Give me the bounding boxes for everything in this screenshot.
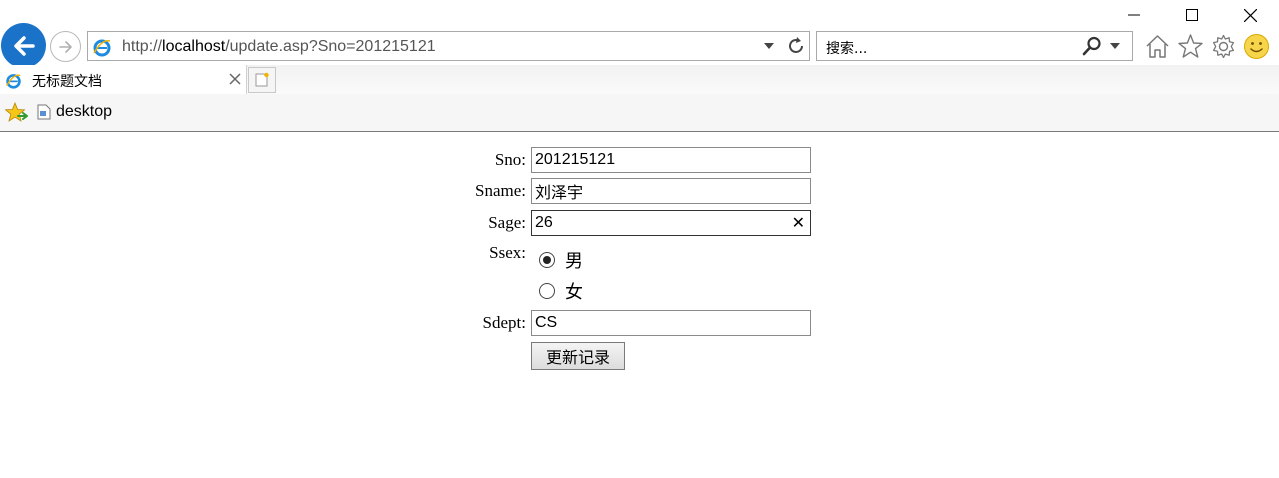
- address-url: http://localhost/update.asp?Sno=20121512…: [122, 38, 436, 55]
- sname-label: Sname:: [475, 181, 526, 200]
- star-icon: [1178, 34, 1203, 58]
- sdept-value: CS: [535, 314, 558, 331]
- radio-button-male[interactable]: [539, 252, 555, 268]
- minimize-icon: [1128, 14, 1140, 16]
- radio-option-male[interactable]: 男: [539, 247, 583, 273]
- radio-label-female: 女: [565, 282, 583, 303]
- navigation-bar: http://localhost/update.asp?Sno=20121512…: [0, 22, 1279, 70]
- ie-logo-icon: [93, 39, 111, 57]
- ie-logo-icon: [6, 74, 21, 89]
- sno-value: 201215121: [535, 151, 616, 168]
- close-icon: [1243, 8, 1257, 22]
- smiley-icon: [1244, 34, 1269, 59]
- radio-label-male: 男: [565, 251, 583, 272]
- sdept-label: Sdept:: [482, 313, 526, 332]
- clear-input-icon[interactable]: ✕: [792, 213, 805, 233]
- search-icon[interactable]: [1082, 36, 1102, 56]
- tab-current[interactable]: 无标题文档: [0, 65, 247, 94]
- sname-value: 刘泽宇: [535, 185, 584, 202]
- refresh-icon[interactable]: [785, 35, 807, 57]
- sdept-input[interactable]: CS: [531, 310, 811, 336]
- sage-value: 26: [535, 214, 553, 231]
- search-dropdown-icon[interactable]: [1110, 43, 1120, 49]
- gear-icon: [1212, 34, 1235, 59]
- arrow-right-icon: [58, 40, 72, 53]
- close-tab-icon[interactable]: [229, 73, 241, 85]
- search-box[interactable]: 搜索...: [816, 31, 1133, 61]
- new-tab-icon: [255, 72, 269, 87]
- update-record-button[interactable]: 更新记录: [531, 342, 625, 370]
- back-button[interactable]: [1, 23, 46, 68]
- sage-label: Sage:: [488, 213, 526, 232]
- radio-button-female[interactable]: [539, 283, 555, 299]
- sage-input[interactable]: 26 ✕: [531, 210, 811, 236]
- maximize-icon: [1186, 9, 1198, 21]
- new-tab-button[interactable]: [248, 67, 276, 93]
- tab-strip: 无标题文档: [0, 65, 1279, 94]
- favorites-button[interactable]: [1177, 33, 1204, 60]
- settings-button[interactable]: [1210, 33, 1237, 60]
- home-button[interactable]: [1144, 33, 1171, 60]
- radio-option-female[interactable]: 女: [539, 278, 583, 304]
- favorite-link-desktop[interactable]: desktop: [37, 103, 112, 121]
- page-icon: [37, 104, 51, 120]
- address-bar[interactable]: http://localhost/update.asp?Sno=20121512…: [87, 31, 810, 61]
- favorite-link-label: desktop: [56, 103, 113, 120]
- home-icon: [1146, 35, 1169, 58]
- search-placeholder: 搜索...: [826, 41, 868, 57]
- sname-input[interactable]: 刘泽宇: [531, 178, 811, 204]
- feedback-button[interactable]: [1243, 33, 1270, 60]
- toolbar-icons: [1144, 33, 1270, 60]
- forward-button[interactable]: [50, 31, 81, 62]
- favorites-bar: desktop: [0, 94, 1279, 132]
- sno-input[interactable]: 201215121: [531, 147, 811, 173]
- add-favorites-icon[interactable]: [5, 102, 29, 124]
- ssex-label: Ssex:: [489, 243, 526, 262]
- tab-title: 无标题文档: [32, 74, 102, 90]
- address-dropdown-icon[interactable]: [764, 43, 774, 49]
- radio-checked-dot: [543, 256, 551, 264]
- sno-label: Sno:: [494, 150, 526, 169]
- arrow-left-icon: [13, 35, 35, 56]
